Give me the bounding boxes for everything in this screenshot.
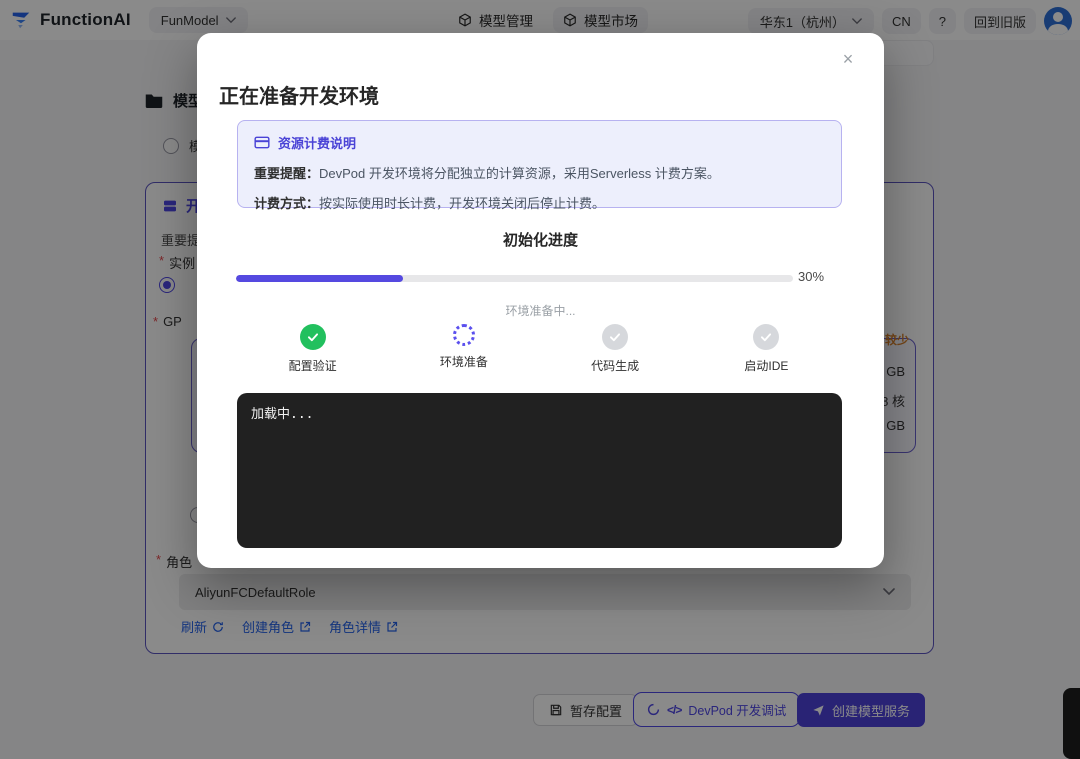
prepare-devpod-modal: 正在准备开发环境 × 资源计费说明 重要提醒：DevPod 开发环境将分配独立的… <box>197 33 884 568</box>
step-label: 环境准备 <box>440 353 488 370</box>
step-launch-ide: 启动IDE <box>691 324 842 374</box>
init-steps: 配置验证 环境准备 代码生成 启动IDE <box>237 324 842 374</box>
billing-notice-title: 资源计费说明 <box>278 133 356 152</box>
check-circle-icon <box>602 324 628 350</box>
step-config-validate: 配置验证 <box>237 324 388 374</box>
screen: FunctionAI FunModel 模型管理 <box>0 0 1080 759</box>
check-circle-icon <box>753 324 779 350</box>
billing-line: 计费方式：按实际使用时长计费，开发环境关闭后停止计费。 <box>254 193 825 212</box>
progress-percent: 30% <box>798 269 824 284</box>
progress-fill <box>236 275 403 282</box>
progress-status: 环境准备中... <box>197 302 884 319</box>
step-code-generate: 代码生成 <box>540 324 691 374</box>
log-console[interactable]: 加载中... <box>237 393 842 548</box>
billing-notice-title-row: 资源计费说明 <box>254 133 825 152</box>
progress-bar <box>236 275 793 282</box>
billing-line-label: 计费方式： <box>254 196 319 211</box>
step-label: 代码生成 <box>591 357 639 374</box>
billing-line-text: 按实际使用时长计费，开发环境关闭后停止计费。 <box>319 196 605 211</box>
close-icon[interactable]: × <box>836 47 860 71</box>
progress-title: 初始化进度 <box>197 229 884 250</box>
check-circle-icon <box>300 324 326 350</box>
credit-card-icon <box>254 136 270 149</box>
billing-line: 重要提醒：DevPod 开发环境将分配独立的计算资源，采用Serverless … <box>254 163 825 182</box>
billing-line-text: DevPod 开发环境将分配独立的计算资源，采用Serverless 计费方案。 <box>319 166 720 181</box>
modal-title: 正在准备开发环境 <box>219 80 379 109</box>
step-label: 配置验证 <box>289 357 337 374</box>
step-label: 启动IDE <box>744 357 788 374</box>
console-loading-text: 加载中... <box>251 407 313 422</box>
spinner-icon <box>453 324 475 346</box>
billing-line-label: 重要提醒： <box>254 166 319 181</box>
step-env-prepare: 环境准备 <box>388 324 539 374</box>
billing-notice-box: 资源计费说明 重要提醒：DevPod 开发环境将分配独立的计算资源，采用Serv… <box>237 120 842 208</box>
